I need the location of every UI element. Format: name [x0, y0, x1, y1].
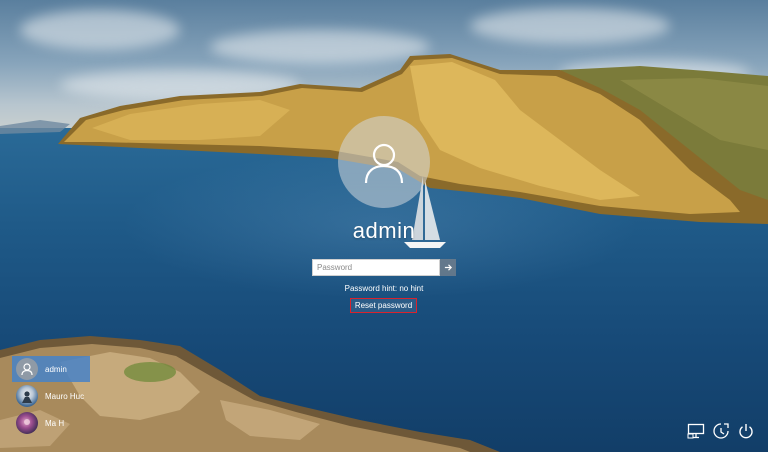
user-avatar-large — [338, 116, 430, 208]
user-item-ma-h[interactable]: Ma H — [12, 410, 90, 436]
password-hint: Password hint: no hint — [344, 284, 424, 293]
ease-of-access-button[interactable] — [711, 421, 731, 441]
arrow-right-icon — [444, 264, 452, 271]
network-icon — [687, 423, 705, 439]
user-item-admin[interactable]: admin — [12, 356, 90, 382]
username-label: admin — [352, 218, 416, 243]
user-item-mauro-huc[interactable]: Mauro Huc — [12, 383, 90, 409]
profile-photo-icon — [16, 412, 38, 434]
lock-screen: admin Password hint: no hint Reset passw… — [0, 0, 768, 452]
power-icon — [739, 424, 753, 439]
password-row — [312, 259, 456, 276]
user-name: Mauro Huc — [45, 391, 85, 401]
user-name: Ma H — [45, 418, 65, 428]
ease-of-access-icon — [713, 423, 729, 439]
user-list: admin Mauro Huc Ma H — [12, 356, 90, 437]
power-button[interactable] — [736, 421, 756, 441]
user-icon — [364, 143, 404, 184]
network-button[interactable] — [686, 421, 706, 441]
profile-photo-icon — [16, 385, 38, 407]
user-name: admin — [45, 364, 67, 374]
submit-button[interactable] — [440, 259, 456, 276]
default-user-icon — [16, 358, 38, 380]
password-input[interactable] — [312, 259, 441, 276]
system-tray — [686, 420, 756, 442]
reset-password-link[interactable]: Reset password — [350, 298, 417, 313]
